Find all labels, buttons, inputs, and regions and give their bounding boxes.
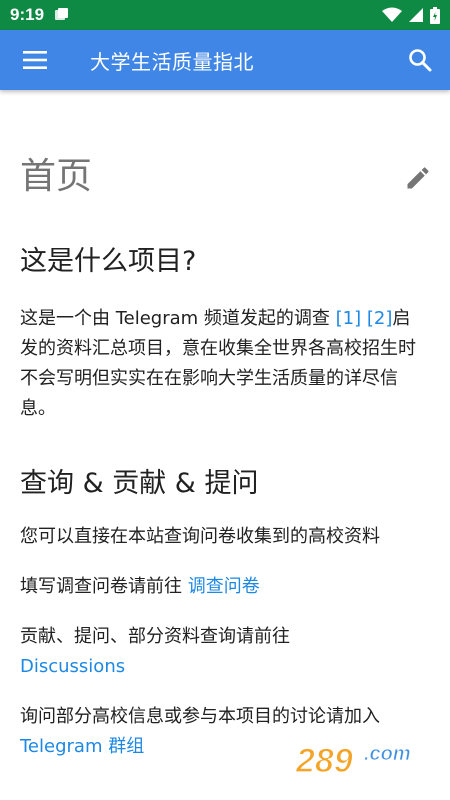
search-icon	[409, 49, 432, 72]
survey-text: 填写调查问卷请前往	[20, 576, 188, 597]
reference-link-2[interactable]: [2]	[367, 308, 393, 329]
query-paragraph: 您可以直接在本站查询问卷收集到的高校资料	[20, 526, 380, 547]
status-time: 9:19	[10, 5, 45, 24]
discussions-text: 贡献、提问、部分资料查询请前往	[20, 626, 290, 647]
survey-paragraph: 填写调查问卷请前往 调查问卷	[20, 572, 420, 602]
menu-icon	[23, 51, 47, 69]
svg-text:手游网: 手游网	[374, 767, 416, 784]
watermark-logo: 289 .com 手游网	[294, 741, 416, 784]
pencil-icon	[407, 167, 429, 189]
battery-icon	[430, 6, 440, 24]
intro-paragraph: 这是一个由 Telegram 频道发起的调查 [1] [2]启发的资料汇总项目，…	[20, 304, 420, 424]
discussions-paragraph: 贡献、提问、部分资料查询请前往 Discussions	[20, 622, 420, 682]
svg-text:.com: .com	[364, 743, 411, 765]
page-title: 首页	[20, 156, 93, 197]
notification-icon	[55, 8, 69, 20]
signal-icon	[409, 8, 423, 22]
menu-button[interactable]	[0, 30, 70, 90]
search-button[interactable]	[390, 30, 450, 90]
section-heading-what: 这是什么项目?	[20, 246, 197, 277]
section-heading-query: 查询 & 贡献 & 提问	[20, 468, 259, 499]
reference-link-1[interactable]: [1]	[336, 308, 362, 329]
telegram-text: 询问部分高校信息或参与本项目的讨论请加入	[20, 706, 380, 727]
status-icons	[382, 6, 440, 24]
intro-text-start: 这是一个由 Telegram 频道发起的调查	[20, 308, 336, 329]
app-bar: 大学生活质量指北	[0, 30, 450, 90]
app-title: 大学生活质量指北	[90, 49, 254, 74]
status-bar: 9:19	[0, 0, 450, 30]
svg-text:289: 289	[295, 742, 353, 780]
discussions-link[interactable]: Discussions	[20, 652, 420, 682]
page-header: 首页	[20, 152, 429, 202]
survey-link[interactable]: 调查问卷	[188, 576, 260, 597]
main-content: 首页 这是什么项目? 这是一个由 Telegram 频道发起的调查 [1] [2…	[0, 90, 450, 800]
edit-button[interactable]	[404, 164, 432, 192]
wifi-icon	[382, 7, 402, 22]
